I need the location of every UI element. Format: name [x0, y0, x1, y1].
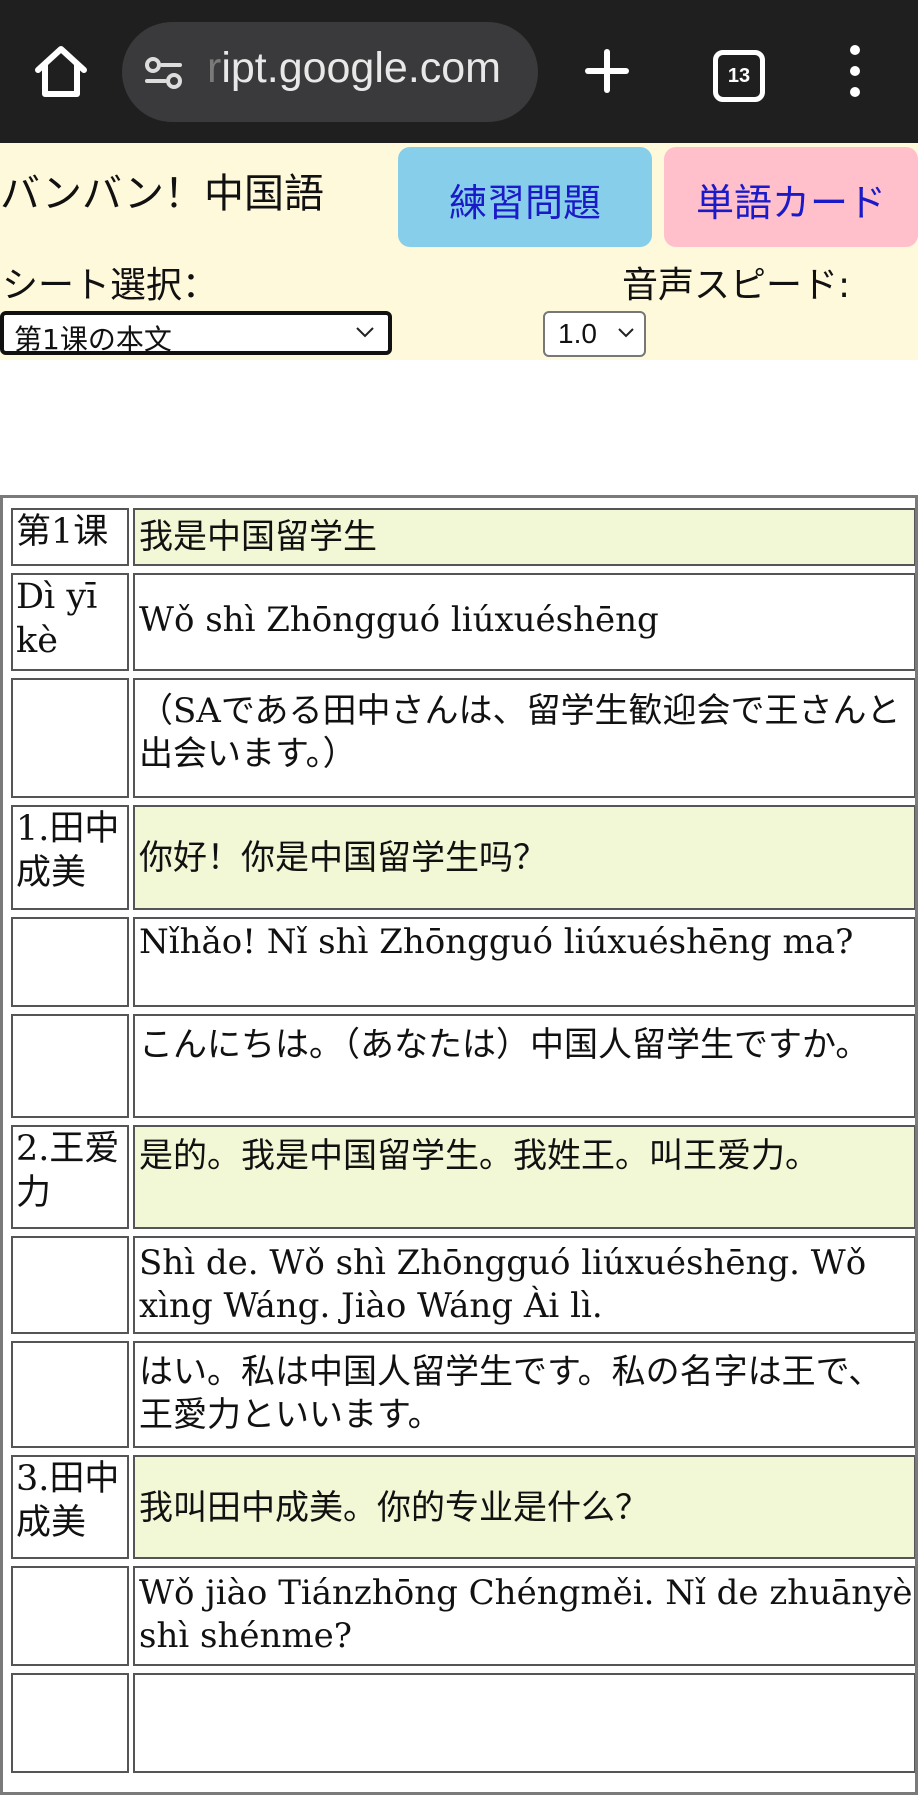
row-label	[11, 1341, 129, 1448]
url-prefix: r	[207, 44, 222, 92]
sheet-select-label: シート選択：	[2, 265, 219, 306]
more-menu-icon[interactable]	[843, 45, 867, 101]
tab-switcher-button[interactable]: 13	[713, 50, 765, 102]
row-label	[11, 1014, 129, 1118]
row-text: （SAである田中さんは、留学生歓迎会で王さんと出会います。）	[133, 678, 915, 798]
row-text: こんにちは。（あなたは）中国人留学生ですか。	[133, 1014, 915, 1118]
row-label	[11, 1566, 129, 1666]
row-text: 是的。我是中国留学生。我姓王。叫王爱力。	[133, 1125, 915, 1229]
lesson-table: 第1课 我是中国留学生 Dì yī kè Wǒ shì Zhōngguó liú…	[0, 495, 918, 1795]
row-label	[11, 1673, 129, 1773]
practice-button[interactable]: 練習問題	[398, 147, 652, 247]
row-label	[11, 1236, 129, 1334]
row-label: Dì yī kè	[11, 573, 129, 671]
sheet-select-value: 第1课の本文	[14, 323, 172, 356]
row-label: 2.王爱力	[11, 1125, 129, 1229]
address-bar[interactable]: ript.google.com	[122, 22, 538, 122]
speed-select[interactable]: 1.0	[543, 311, 646, 357]
row-label: 3.田中成美	[11, 1455, 129, 1559]
home-icon[interactable]	[30, 40, 92, 102]
url-text: ript.google.com	[207, 44, 527, 93]
row-label	[11, 678, 129, 798]
row-label	[11, 917, 129, 1007]
row-text: Wǒ shì Zhōngguó liúxuéshēng	[133, 573, 915, 671]
speed-label: 音声スピード:	[622, 265, 851, 306]
word-card-button[interactable]: 単語カード	[664, 147, 918, 247]
speed-select-value: 1.0	[558, 318, 597, 349]
row-text: Wǒ jiào Tiánzhōng Chéngměi. Nǐ de zhuāny…	[133, 1566, 915, 1666]
new-tab-icon[interactable]	[582, 46, 632, 96]
site-settings-icon[interactable]	[144, 56, 184, 90]
browser-toolbar: ript.google.com 13	[0, 0, 918, 143]
sheet-select[interactable]: 第1课の本文	[0, 311, 392, 356]
row-text: はい。私は中国人留学生です。私の名字は王で、王愛力といいます。	[133, 1341, 915, 1448]
row-text: Nǐhǎo! Nǐ shì Zhōngguó liúxuéshēng ma?	[133, 917, 915, 1007]
url-domain: ipt.google.com	[221, 44, 501, 92]
chevron-down-icon	[356, 327, 374, 338]
row-text: 我叫田中成美。你的专业是什么？	[133, 1455, 915, 1559]
row-text	[133, 1673, 915, 1773]
row-text: Shì de. Wǒ shì Zhōngguó liúxuéshēng. Wǒ …	[133, 1236, 915, 1334]
app-header: バンバン！中国語 練習問題 単語カード シート選択： 音声スピード: 第1课の本…	[0, 143, 918, 360]
row-label: 第1课	[11, 508, 129, 566]
row-label: 1.田中成美	[11, 805, 129, 910]
chevron-down-icon	[618, 328, 634, 338]
row-text: 我是中国留学生	[133, 508, 915, 566]
row-text: 你好！你是中国留学生吗？	[133, 805, 915, 910]
app-title: バンバン！中国語	[0, 171, 324, 217]
